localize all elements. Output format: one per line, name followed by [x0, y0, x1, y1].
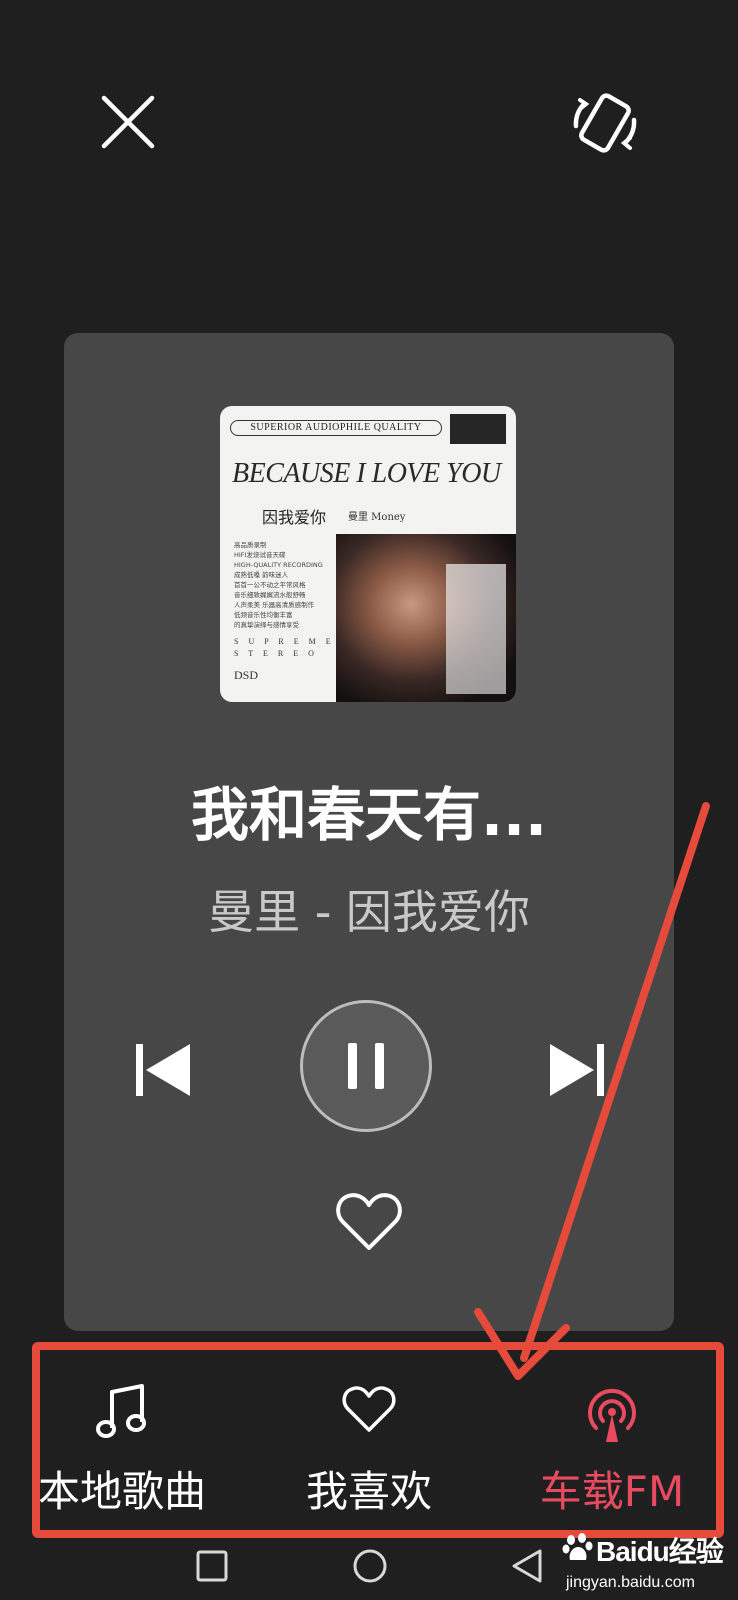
previous-track-button[interactable] [132, 1040, 196, 1100]
blurb-line: 人声柔美 乐器高清质感制作 [234, 601, 315, 609]
watermark-url: jingyan.baidu.com [566, 1574, 695, 1591]
album-quality-band: SUPERIOR AUDIOPHILE QUALITY [230, 420, 442, 436]
screen-rotate-icon [573, 93, 637, 153]
song-artist-album: 曼里 - 因我爱你 [208, 885, 530, 939]
album-artist: 曼里 Money [348, 512, 406, 523]
paw-icon [562, 1533, 593, 1560]
close-button[interactable] [98, 92, 158, 152]
blurb-line: 成熟低嗓 韵味迷人 [234, 571, 289, 579]
close-icon [101, 95, 155, 149]
label-logo [450, 414, 506, 444]
blurb-line: HIGH-QUALITY RECORDING [234, 561, 323, 569]
pause-button[interactable] [300, 1000, 432, 1132]
song-title: 我和春天有... [190, 781, 548, 849]
pause-icon [348, 1043, 384, 1089]
baidu-watermark: Baidu经验 jingyan.baidu.com [560, 1522, 724, 1598]
blurb-line: 音乐细致娓娓流水般舒畅 [234, 591, 306, 599]
annotation-highlight-box [32, 1342, 724, 1538]
artist-photo [336, 534, 516, 702]
album-title-cn: 因我爱你 [262, 508, 327, 527]
album-supreme-stereo: S U P R E M E S T E R E O [234, 636, 335, 660]
supreme-text: S U P R E M E [234, 637, 335, 646]
blurb-line: 首首一公不动之平常风格 [234, 581, 306, 589]
album-cover[interactable]: SUPERIOR AUDIOPHILE QUALITY BECAUSE I LO… [220, 406, 516, 702]
square-icon[interactable] [196, 1550, 228, 1582]
triangle-back-icon[interactable] [510, 1548, 544, 1584]
skip-next-icon [550, 1044, 604, 1096]
blurb-line: 高品质录制 [234, 541, 267, 549]
next-track-button[interactable] [544, 1040, 608, 1100]
skip-previous-icon [136, 1044, 190, 1096]
blurb-line: 低频音乐性均衡丰富 [234, 611, 293, 619]
album-title-en: BECAUSE I LOVE YOU [232, 458, 501, 489]
rotate-screen-button[interactable] [570, 92, 640, 157]
stereo-text: S T E R E O [234, 649, 318, 658]
album-dsd-logo: DSD [234, 668, 259, 682]
watermark-brand: Baidu经验 [596, 1536, 724, 1567]
blurb-line: HIFI发烧试音天碟 [234, 551, 286, 559]
blurb-line: 的真挚演绎与感情享受 [234, 621, 299, 629]
like-button[interactable] [334, 1190, 404, 1254]
circle-icon[interactable] [352, 1548, 388, 1584]
car-music-screen: SUPERIOR AUDIOPHILE QUALITY BECAUSE I LO… [0, 0, 738, 1600]
heart-outline-icon [336, 1193, 402, 1250]
album-blurb: 高品质录制 HIFI发烧试音天碟 HIGH-QUALITY RECORDING … [234, 540, 326, 630]
